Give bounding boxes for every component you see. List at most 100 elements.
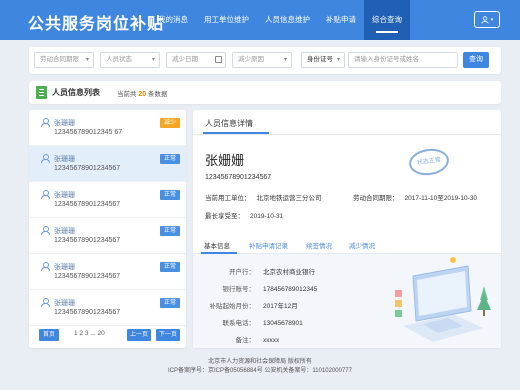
user-menu-button[interactable]: ▾: [474, 11, 500, 28]
list-header: 人员信息列表 当前共 20 条数据: [29, 81, 501, 104]
person-icon: [41, 118, 50, 127]
bank-label: 开户行：: [229, 269, 255, 276]
chevron-down-icon: ▾: [151, 57, 155, 63]
top-header: 公共服务岗位补贴 我的消息 用工单位维护 人员信息维护 补贴申请 综合查询 ▾: [0, 0, 520, 40]
person-icon: [41, 190, 50, 199]
search-button[interactable]: 查询: [463, 52, 489, 68]
chevron-down-icon: ▾: [85, 57, 89, 63]
employer-row: 当前用工单位： 北京地铁运营三分公司: [205, 192, 322, 202]
phone-row: 联系电话： 13045678901: [193, 317, 303, 327]
start-month-label: 补贴起始月份：: [209, 303, 256, 310]
list-item[interactable]: 张珊珊 123456789012345 67 减少: [29, 110, 186, 146]
count-suffix: 条数据: [147, 91, 168, 98]
tab-renewal[interactable]: 续签情况: [306, 240, 332, 250]
max-enjoy-row: 最长享受至： 2019-10-31: [205, 210, 283, 220]
detail-tabs: 基本信息 补贴申请记录 续签情况 减少情况: [193, 238, 501, 254]
filter-bar: 劳动合同期限 ▾ 人员状态 ▾ 减少日期 减少原因 ▾ 身份证号 ▾ 请输入身份…: [29, 47, 501, 74]
footer-icp: ICP备案序号：京ICP备05056884号 公安机关备案号：110102000…: [168, 368, 352, 374]
phone-label: 联系电话：: [222, 320, 256, 327]
person-detail-panel: 人员信息详情 张姗姗 状态正常 12345678901234567 当前用工单位…: [193, 110, 501, 348]
status-stamp: 状态正常: [407, 146, 451, 178]
footer-copyright: 北京市人力资源和社会保障局 版权所有: [208, 359, 312, 365]
reduce-date-label: 减少日期: [172, 56, 198, 63]
computer-illustration: [395, 257, 491, 342]
person-status-label: 人员状态: [106, 56, 132, 63]
person-fullname: 张姗姗: [205, 153, 245, 168]
chevron-down-icon: ▾: [490, 16, 494, 23]
status-badge: 正常: [159, 190, 180, 200]
list-item[interactable]: 张珊珊 12345678901234567 正常: [29, 146, 186, 182]
person-id: 12345678901234567: [54, 273, 121, 280]
list-item[interactable]: 张珊珊 12345678901234567 正常: [29, 218, 186, 254]
person-name: 张珊珊: [54, 300, 75, 307]
status-badge: 正常: [159, 262, 180, 272]
app-title: 公共服务岗位补贴: [28, 16, 165, 33]
nav-subsidy-apply[interactable]: 补贴申请: [318, 0, 364, 40]
person-name: 张珊珊: [54, 192, 75, 199]
tab-subsidy-records[interactable]: 补贴申请记录: [249, 240, 288, 250]
chevron-down-icon: ▾: [283, 57, 287, 63]
person-icon: [41, 262, 50, 271]
document-icon: [36, 86, 47, 99]
person-list: 张珊珊 123456789012345 67 减少 张珊珊 1234567890…: [29, 110, 186, 348]
person-id: 12345678901234567: [54, 165, 121, 172]
status-badge: 正常: [159, 298, 180, 308]
tab-reduction[interactable]: 减少情况: [349, 240, 375, 250]
search-placeholder: 请输入身份证号或姓名: [354, 56, 419, 63]
phone-value: 13045678901: [263, 320, 303, 327]
page-numbers[interactable]: 1 2 3 ... 20: [74, 330, 105, 337]
person-id: 12345678901234567: [54, 309, 121, 316]
contract-period-select[interactable]: 劳动合同期限 ▾: [34, 52, 94, 68]
reduce-reason-select[interactable]: 减少原因 ▾: [232, 52, 292, 68]
status-badge: 正常: [159, 226, 180, 236]
count-prefix: 当前共: [117, 91, 137, 98]
nav-person-maintenance[interactable]: 人员信息维护: [257, 0, 318, 40]
pagination: 首页 1 2 3 ... 20 上一页 下一页: [29, 327, 186, 343]
nav-my-messages[interactable]: 我的消息: [150, 0, 196, 40]
employer-value: 北京地铁运营三分公司: [256, 195, 322, 202]
list-item[interactable]: 张珊珊 12345678901234567 正常: [29, 182, 186, 218]
page-footer: 北京市人力资源和社会保障局 版权所有 ICP备案序号：京ICP备05056884…: [0, 355, 520, 390]
first-page-button[interactable]: 首页: [39, 329, 59, 341]
account-label: 银行账号：: [222, 286, 256, 293]
id-type-label: 身份证号: [307, 56, 333, 63]
id-type-select[interactable]: 身份证号 ▾: [301, 52, 345, 68]
contract-label: 劳动合同期限：: [353, 195, 399, 202]
person-id-number: 12345678901234567: [205, 174, 272, 181]
remark-row: 备注： xxxxx: [193, 334, 280, 344]
search-input[interactable]: 请输入身份证号或姓名: [348, 52, 458, 68]
main-nav: 我的消息 用工单位维护 人员信息维护 补贴申请 综合查询: [150, 0, 410, 40]
chevron-down-icon: ▾: [336, 57, 340, 63]
person-id: 123456789012345 67: [54, 129, 123, 136]
divider: [193, 134, 501, 135]
person-id: 12345678901234567: [54, 201, 121, 208]
start-month-value: 2017年12月: [263, 303, 298, 310]
basic-info-section: 开户行： 北京农村商业银行 银行账号： 178456789012345 补贴起始月份…: [193, 254, 501, 348]
reduce-date-field[interactable]: 减少日期: [166, 52, 226, 68]
tab-basic-info[interactable]: 基本信息: [204, 240, 230, 250]
contract-value: 2017-11-10至2019-10-30: [404, 195, 478, 202]
list-item[interactable]: 张珊珊 12345678901234567 正常: [29, 290, 186, 326]
person-name: 张珊珊: [54, 120, 75, 127]
reduce-reason-label: 减少原因: [238, 56, 264, 63]
bank-row: 开户行： 北京农村商业银行: [193, 266, 315, 276]
person-id: 12345678901234567: [54, 237, 121, 244]
remark-label: 备注：: [235, 337, 256, 344]
detail-title: 人员信息详情: [205, 119, 253, 128]
person-name: 张珊珊: [54, 156, 75, 163]
person-icon: [41, 226, 50, 235]
bank-value: 北京农村商业银行: [263, 269, 315, 276]
employer-label: 当前用工单位：: [205, 195, 251, 202]
nav-employer-maintenance[interactable]: 用工单位维护: [196, 0, 257, 40]
person-status-select[interactable]: 人员状态 ▾: [100, 52, 160, 68]
start-month-row: 补贴起始月份： 2017年12月: [193, 300, 298, 310]
prev-page-button[interactable]: 上一页: [127, 329, 151, 341]
person-icon: [41, 298, 50, 307]
next-page-button[interactable]: 下一页: [156, 329, 180, 341]
contract-period-label: 劳动合同期限: [40, 56, 79, 63]
person-name: 张珊珊: [54, 264, 75, 271]
nav-comprehensive-query[interactable]: 综合查询: [364, 0, 410, 40]
status-badge: 减少: [159, 118, 180, 128]
list-item[interactable]: 张珊珊 12345678901234567 正常: [29, 254, 186, 290]
account-row: 银行账号： 178456789012345: [193, 283, 318, 293]
